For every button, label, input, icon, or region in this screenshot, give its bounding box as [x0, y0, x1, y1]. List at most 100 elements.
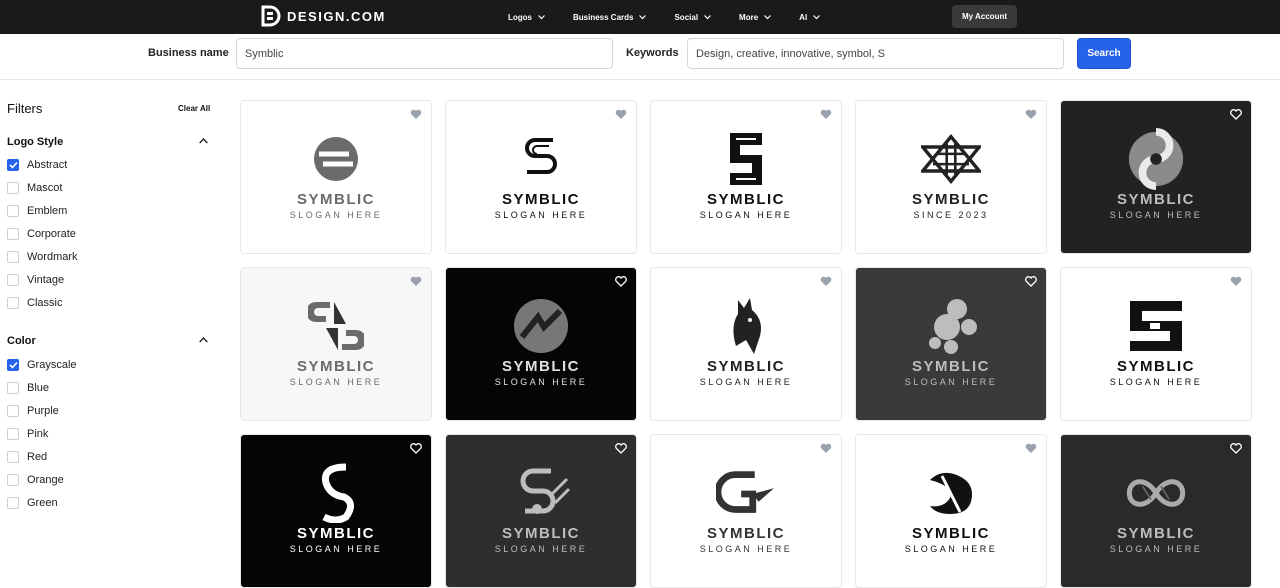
chevron-down-icon [639, 14, 647, 19]
logo-slogan: SLOGAN HERE [904, 377, 998, 387]
logo-card[interactable]: SYMBLIC SLOGAN HERE [240, 100, 432, 254]
logo-card[interactable]: SYMBLIC SINCE 2023 [855, 100, 1047, 254]
color-option[interactable]: Purple [7, 404, 59, 418]
logo-slogan: SLOGAN HERE [699, 544, 793, 554]
logo-card[interactable]: SYMBLIC SLOGAN HERE [445, 434, 637, 588]
nav-more[interactable]: More [739, 13, 772, 22]
logo-brand-name: SYMBLIC [912, 525, 990, 542]
infinity-icon [1126, 463, 1186, 523]
logo-slogan: SLOGAN HERE [494, 544, 588, 554]
logo-style-option[interactable]: Emblem [7, 204, 67, 218]
checkbox[interactable] [7, 159, 19, 171]
logo-slogan: SLOGAN HERE [904, 544, 998, 554]
keywords-label: Keywords [626, 47, 679, 59]
chevron-up-icon[interactable] [199, 337, 208, 343]
logo-style-option[interactable]: Abstract [7, 158, 67, 172]
logo-card[interactable]: SYMBLIC SLOGAN HERE [650, 100, 842, 254]
checkbox[interactable] [7, 251, 19, 263]
search-button[interactable]: Search [1077, 38, 1131, 69]
checkbox[interactable] [7, 182, 19, 194]
checkbox[interactable] [7, 497, 19, 509]
s-bubbles-icon [921, 296, 981, 356]
logo-card[interactable]: SYMBLIC SLOGAN HERE [855, 434, 1047, 588]
my-account-button[interactable]: My Account [952, 5, 1017, 28]
logo-style-option[interactable]: Corporate [7, 227, 76, 241]
nav-label: Logos [508, 12, 532, 22]
logo-card[interactable]: SYMBLIC SLOGAN HERE [855, 267, 1047, 421]
logo-brand-name: SYMBLIC [707, 191, 785, 208]
clear-all-link[interactable]: Clear All [178, 104, 210, 113]
brand-logo[interactable]: DESIGN.COM [261, 5, 386, 27]
option-label: Green [27, 497, 58, 509]
logo-card[interactable]: SYMBLIC SLOGAN HERE [1060, 100, 1252, 254]
heart-icon[interactable] [1230, 443, 1242, 454]
color-option[interactable]: Red [7, 450, 47, 464]
logo-card[interactable]: SYMBLIC SLOGAN HERE [650, 267, 842, 421]
logo-slogan: SLOGAN HERE [289, 544, 383, 554]
logo-card[interactable]: SYMBLIC SLOGAN HERE [650, 434, 842, 588]
heart-icon[interactable] [1025, 276, 1037, 287]
business-name-input[interactable]: Symblic [236, 38, 613, 69]
logo-style-option[interactable]: Classic [7, 296, 62, 310]
chevron-down-icon [813, 14, 821, 19]
color-option[interactable]: Green [7, 496, 58, 510]
color-title: Color [7, 335, 36, 347]
heart-icon[interactable] [820, 109, 832, 120]
heart-icon[interactable] [615, 443, 627, 454]
logo-card[interactable]: SYMBLIC SLOGAN HERE [1060, 434, 1252, 588]
heart-icon[interactable] [1025, 109, 1037, 120]
heart-icon[interactable] [1025, 443, 1037, 454]
top-nav: DESIGN.COM Logos Business Cards Social M… [0, 0, 1280, 34]
logo-card[interactable]: SYMBLIC SLOGAN HERE [240, 267, 432, 421]
option-label: Abstract [27, 159, 68, 171]
heart-icon[interactable] [820, 276, 832, 287]
logo-brand-name: SYMBLIC [502, 191, 580, 208]
checkbox[interactable] [7, 274, 19, 286]
logo-style-option[interactable]: Vintage [7, 273, 64, 287]
logo-slogan: SLOGAN HERE [1109, 544, 1203, 554]
checkbox[interactable] [7, 205, 19, 217]
heart-icon[interactable] [410, 109, 422, 120]
heart-icon[interactable] [410, 276, 422, 287]
nav-ai[interactable]: AI [799, 13, 821, 22]
nav-logos[interactable]: Logos [508, 13, 545, 22]
checkbox[interactable] [7, 359, 19, 371]
chevron-down-icon [764, 14, 772, 19]
logo-brand-name: SYMBLIC [297, 358, 375, 375]
heart-icon[interactable] [1230, 276, 1242, 287]
option-label: Emblem [27, 205, 68, 217]
keywords-input[interactable]: Design, creative, innovative, symbol, S [687, 38, 1064, 69]
checkbox[interactable] [7, 228, 19, 240]
logo-style-option[interactable]: Mascot [7, 181, 62, 195]
heart-icon[interactable] [820, 443, 832, 454]
color-option[interactable]: Orange [7, 473, 64, 487]
s-speed-icon [511, 463, 571, 523]
logo-card[interactable]: SYMBLIC SLOGAN HERE [240, 434, 432, 588]
logo-slogan: SLOGAN HERE [1109, 210, 1203, 220]
checkbox[interactable] [7, 405, 19, 417]
heart-icon[interactable] [615, 276, 627, 287]
heart-icon[interactable] [1230, 109, 1242, 120]
brand-name: DESIGN.COM [287, 8, 386, 24]
chevron-up-icon[interactable] [199, 138, 208, 144]
checkbox[interactable] [7, 382, 19, 394]
heart-icon[interactable] [615, 109, 627, 120]
nav-social[interactable]: Social [674, 13, 711, 22]
color-option[interactable]: Blue [7, 381, 49, 395]
color-option[interactable]: Grayscale [7, 358, 77, 372]
nav-business-cards[interactable]: Business Cards [573, 13, 647, 22]
logo-card[interactable]: SYMBLIC SLOGAN HERE [445, 267, 637, 421]
checkbox[interactable] [7, 297, 19, 309]
logo-style-option[interactable]: Wordmark [7, 250, 78, 264]
logo-card[interactable]: SYMBLIC SLOGAN HERE [1060, 267, 1252, 421]
color-option[interactable]: Pink [7, 427, 48, 441]
s-maze-icon [716, 129, 776, 189]
checkbox[interactable] [7, 428, 19, 440]
logo-card[interactable]: SYMBLIC SLOGAN HERE [445, 100, 637, 254]
logo-slogan: SLOGAN HERE [289, 210, 383, 220]
checkbox[interactable] [7, 451, 19, 463]
heart-icon[interactable] [410, 443, 422, 454]
nav-label: Social [674, 12, 699, 22]
logo-slogan: SLOGAN HERE [699, 377, 793, 387]
checkbox[interactable] [7, 474, 19, 486]
